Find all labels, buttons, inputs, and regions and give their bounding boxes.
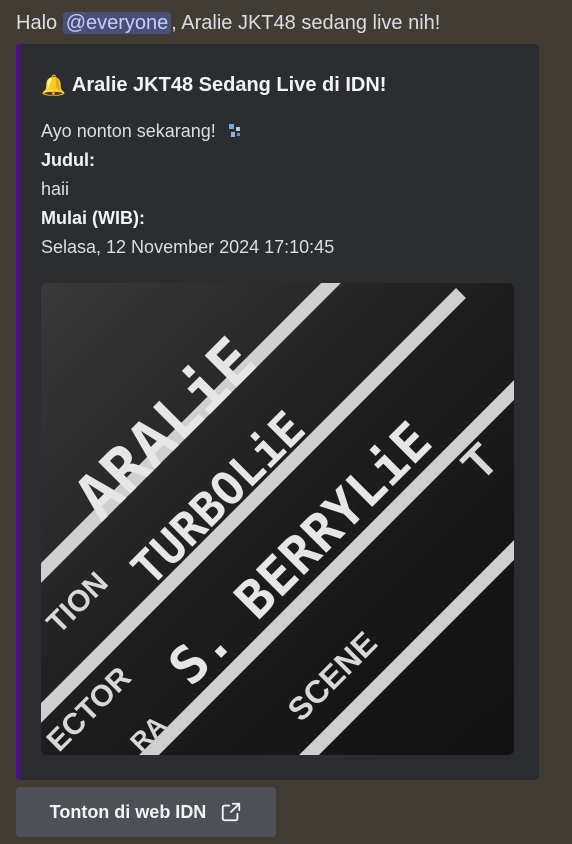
intro-text: Ayo nonton sekarang! xyxy=(41,121,216,141)
watch-on-idn-button[interactable]: Tonton di web IDN xyxy=(16,787,276,837)
sparkle-icon xyxy=(228,124,240,137)
mulai-value: Selasa, 12 November 2024 17:10:45 xyxy=(41,237,335,257)
embed-title-text: Aralie JKT48 Sedang Live di IDN! xyxy=(71,74,387,96)
external-link-icon xyxy=(222,802,241,822)
embed-title: 🔔 Aralie JKT48 Sedang Live di IDN! xyxy=(41,74,386,97)
judul-value: haii xyxy=(41,179,70,199)
message-suffix: , Aralie JKT48 sedang live nih! xyxy=(171,12,441,34)
embed-image[interactable]: ARALiE TURBOLiE S. BERRYLiE TION ECTOR S… xyxy=(41,283,514,755)
mulai-label: Mulai (WIB): xyxy=(41,208,145,228)
intro-row: Ayo nonton sekarang! xyxy=(41,117,334,146)
live-embed: 🔔 Aralie JKT48 Sedang Live di IDN! Ayo n… xyxy=(16,44,539,780)
judul-label: Judul: xyxy=(41,150,95,170)
embed-description: Ayo nonton sekarang! Judul: haii Mulai (… xyxy=(41,117,334,262)
everyone-mention[interactable]: @everyone xyxy=(62,12,172,34)
watch-button-label: Tonton di web IDN xyxy=(49,801,207,822)
message-text: Halo @everyone, Aralie JKT48 sedang live… xyxy=(16,8,440,38)
message-prefix: Halo xyxy=(16,12,63,34)
clapperboard-photo: ARALiE TURBOLiE S. BERRYLiE TION ECTOR S… xyxy=(41,283,514,755)
bell-icon: 🔔 xyxy=(41,74,66,97)
